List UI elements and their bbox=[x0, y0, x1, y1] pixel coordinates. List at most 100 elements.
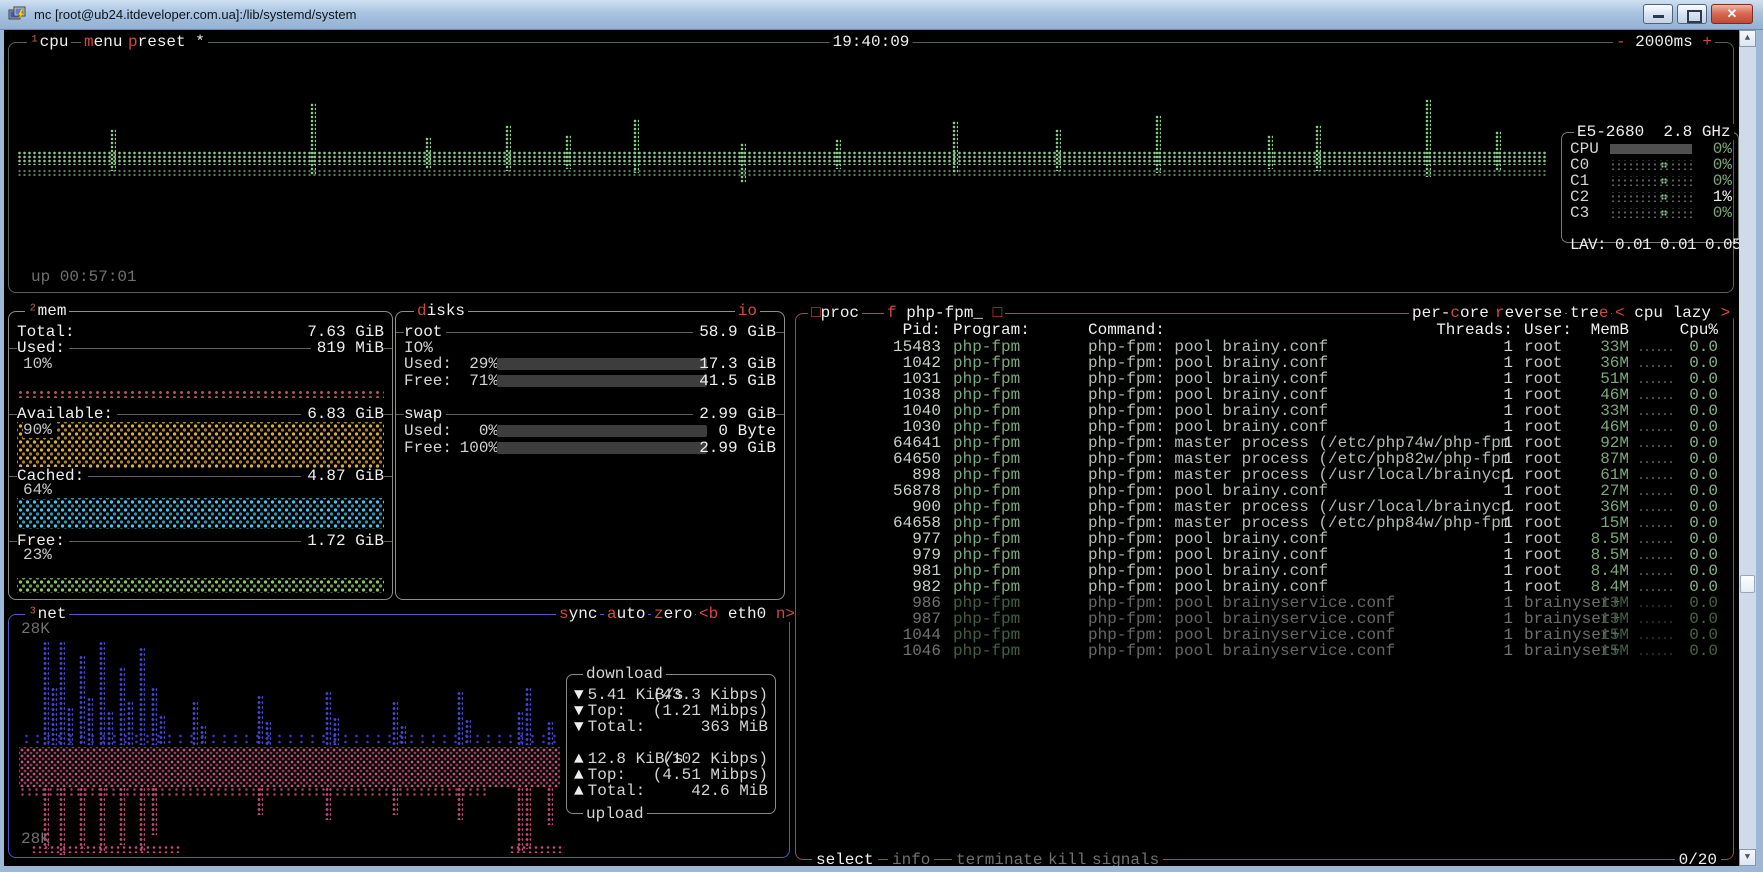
cpu-meter-graph bbox=[1610, 176, 1692, 186]
process-mem: 51M bbox=[1554, 371, 1629, 387]
window-border-bottom bbox=[0, 866, 1763, 872]
interval-increase-button[interactable]: + bbox=[1702, 33, 1712, 51]
cpu-meter-name: CPU bbox=[1570, 141, 1599, 157]
process-threads: 1 bbox=[1416, 547, 1513, 563]
process-cpu: 0.0 bbox=[1638, 419, 1718, 435]
proc-box-title[interactable]: □proc bbox=[808, 305, 862, 321]
process-threads: 1 bbox=[1416, 611, 1513, 627]
upload-graph-bar bbox=[457, 787, 463, 820]
close-button[interactable] bbox=[1711, 4, 1753, 24]
column-pid[interactable]: Pid: bbox=[804, 322, 941, 338]
interface-next-button[interactable]: n> bbox=[776, 605, 795, 623]
per-core-hotkey: c bbox=[1450, 304, 1460, 322]
column-memb[interactable]: MemB bbox=[1554, 322, 1629, 338]
process-row[interactable]: 1030 php-fpm php-fpm: pool brainy.conf 1… bbox=[796, 419, 1733, 435]
maximize-button[interactable] bbox=[1677, 4, 1707, 24]
minimize-button[interactable] bbox=[1643, 4, 1673, 24]
process-row[interactable]: 977 php-fpm php-fpm: pool brainy.conf 1 … bbox=[796, 531, 1733, 547]
process-row[interactable]: 64650 php-fpm php-fpm: master process (/… bbox=[796, 451, 1733, 467]
process-row[interactable]: 900 php-fpm php-fpm: master process (/us… bbox=[796, 499, 1733, 515]
process-threads: 1 bbox=[1416, 531, 1513, 547]
sort-prev-button[interactable]: < bbox=[1615, 304, 1625, 322]
tree-hotkey: e bbox=[1599, 304, 1609, 322]
tree-toggle[interactable]: tree bbox=[1567, 305, 1611, 321]
process-cpu: 0.0 bbox=[1638, 579, 1718, 595]
process-row[interactable]: 64641 php-fpm php-fpm: master process (/… bbox=[796, 435, 1733, 451]
process-row[interactable]: 56878 php-fpm php-fpm: pool brainy.conf … bbox=[796, 483, 1733, 499]
mem-total-row: Total:7.63 GiB bbox=[17, 324, 384, 340]
process-row[interactable]: 1031 php-fpm php-fpm: pool brainy.conf 1… bbox=[796, 371, 1733, 387]
process-row[interactable]: 15483 php-fpm php-fpm: pool brainy.conf … bbox=[796, 339, 1733, 355]
disk-used-percent: 29% bbox=[452, 356, 498, 372]
upload-graph-bar bbox=[59, 787, 65, 855]
scrollbar-down-icon[interactable]: ▼ bbox=[1739, 849, 1756, 866]
process-mem: 8.4M bbox=[1554, 563, 1629, 579]
process-row[interactable]: 982 php-fpm php-fpm: pool brainy.conf 1 … bbox=[796, 579, 1733, 595]
mem-free-graph bbox=[17, 578, 384, 593]
column-threads[interactable]: Threads: bbox=[1416, 322, 1513, 338]
network-box: ³net sync auto zero <b eth0 n> 28K 28K d… bbox=[8, 614, 790, 858]
process-cpu: 0.0 bbox=[1638, 515, 1718, 531]
process-program: php-fpm bbox=[953, 355, 1083, 371]
swap-free-percent: 100% bbox=[452, 440, 498, 456]
disks-title-label: isks bbox=[427, 302, 465, 320]
terminal-scrollbar[interactable]: ▲ ▼ bbox=[1739, 30, 1756, 866]
process-mem: 15M bbox=[1554, 515, 1629, 531]
cpu-meter-value: 1% bbox=[1713, 189, 1732, 205]
process-cpu: 0.0 bbox=[1638, 627, 1718, 643]
disk-root-size: 58.9 GiB bbox=[693, 324, 776, 340]
scrollbar-thumb[interactable] bbox=[1740, 575, 1755, 593]
column-program[interactable]: Program: bbox=[953, 322, 1083, 338]
cpu-box-title[interactable]: ¹cpu bbox=[27, 34, 71, 50]
disks-box-title[interactable]: disks bbox=[414, 303, 468, 319]
cpu-meter-name: C2 bbox=[1570, 189, 1589, 205]
process-threads: 1 bbox=[1416, 355, 1513, 371]
process-row[interactable]: 1042 php-fpm php-fpm: pool brainy.conf 1… bbox=[796, 355, 1733, 371]
mem-box-title[interactable]: ²mem bbox=[25, 303, 69, 319]
column-cpu[interactable]: Cpu% bbox=[1638, 322, 1718, 338]
download-graph-bar bbox=[159, 715, 165, 745]
swap-free-value: 2.99 GiB bbox=[699, 440, 776, 456]
process-threads: 1 bbox=[1416, 563, 1513, 579]
process-row[interactable]: 986 php-fpm php-fpm: pool brainyservice.… bbox=[796, 595, 1733, 611]
interface-prev-button[interactable]: <b bbox=[699, 605, 718, 623]
process-row[interactable]: 979 php-fpm php-fpm: pool brainy.conf 1 … bbox=[796, 547, 1733, 563]
disk-root-free-row: Free:71%41.5 GiB bbox=[404, 373, 776, 389]
per-core-label-a: per- bbox=[1412, 304, 1450, 322]
proc-collapse-icon[interactable]: □ bbox=[811, 304, 821, 322]
cpu-meter-value: 0% bbox=[1713, 205, 1732, 221]
process-row[interactable]: 1038 php-fpm php-fpm: pool brainy.conf 1… bbox=[796, 387, 1733, 403]
process-cpu: 0.0 bbox=[1638, 531, 1718, 547]
process-row[interactable]: 1046 php-fpm php-fpm: pool brainyservice… bbox=[796, 643, 1733, 659]
per-core-toggle[interactable]: per-core bbox=[1409, 305, 1492, 321]
process-row[interactable]: 987 php-fpm php-fpm: pool brainyservice.… bbox=[796, 611, 1733, 627]
sort-mode-label: cpu lazy bbox=[1634, 304, 1711, 322]
window-title: mc [root@ub24.itdeveloper.com.ua]:/lib/s… bbox=[34, 7, 356, 22]
menu-button[interactable]: menu bbox=[81, 34, 125, 50]
process-row[interactable]: 1044 php-fpm php-fpm: pool brainyservice… bbox=[796, 627, 1733, 643]
process-row[interactable]: 64658 php-fpm php-fpm: master process (/… bbox=[796, 515, 1733, 531]
window-titlebar[interactable]: mc [root@ub24.itdeveloper.com.ua]:/lib/s… bbox=[0, 0, 1763, 30]
process-search-field[interactable]: f php-fpm_ □ bbox=[884, 305, 1005, 321]
process-threads: 1 bbox=[1416, 515, 1513, 531]
interval-decrease-button[interactable]: - bbox=[1616, 33, 1626, 51]
mem-used-graph bbox=[17, 390, 384, 398]
preset-button[interactable]: preset * bbox=[125, 34, 208, 50]
process-threads: 1 bbox=[1416, 451, 1513, 467]
interval-value: 2000ms bbox=[1635, 33, 1693, 51]
net-sync-button[interactable]: sync bbox=[556, 606, 600, 622]
net-auto-button[interactable]: auto bbox=[604, 606, 648, 622]
putty-app-icon bbox=[8, 6, 28, 24]
io-mode-button[interactable]: io bbox=[735, 303, 760, 319]
upload-graph-bar bbox=[257, 787, 263, 815]
auto-hotkey: a bbox=[607, 605, 617, 623]
process-cpu: 0.0 bbox=[1638, 387, 1718, 403]
download-speed-row: ▼5.41 KiB/s(43.3 Kibps) bbox=[574, 687, 768, 703]
process-row[interactable]: 1040 php-fpm php-fpm: pool brainy.conf 1… bbox=[796, 403, 1733, 419]
process-row[interactable]: 898 php-fpm php-fpm: master process (/us… bbox=[796, 467, 1733, 483]
reverse-toggle[interactable]: reverse bbox=[1492, 305, 1565, 321]
sort-next-button[interactable]: > bbox=[1721, 304, 1731, 322]
scrollbar-up-icon[interactable]: ▲ bbox=[1739, 30, 1756, 47]
net-zero-button[interactable]: zero bbox=[651, 606, 695, 622]
process-row[interactable]: 981 php-fpm php-fpm: pool brainy.conf 1 … bbox=[796, 563, 1733, 579]
